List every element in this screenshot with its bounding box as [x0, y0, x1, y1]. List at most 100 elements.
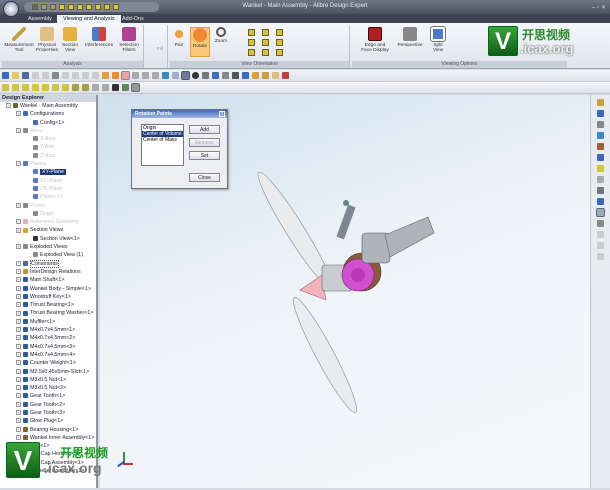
tree-node[interactable]: + Woodruff Key<1>	[0, 293, 96, 301]
tree-node[interactable]: + Wankel - Main Assembly	[0, 102, 96, 110]
tree-node[interactable]: + M3x0.5 Nut<1>	[0, 376, 96, 384]
display-icon[interactable]	[102, 84, 109, 91]
view-icon[interactable]	[113, 4, 119, 10]
view-iso-icon[interactable]	[248, 49, 255, 56]
tool-icon[interactable]	[597, 187, 604, 194]
tree-node[interactable]: + M4x0.7x4.5mm<1>	[0, 326, 96, 334]
tab-assembly[interactable]: Assembly	[22, 15, 58, 23]
zoom-fit-icon[interactable]	[152, 72, 159, 79]
view-left-icon[interactable]	[42, 84, 49, 91]
view-normal-icon[interactable]	[72, 84, 79, 91]
undo-icon[interactable]	[41, 4, 47, 10]
tree-node[interactable]: + Thrust Bearing<1>	[0, 301, 96, 309]
tree-node[interactable]: + Muffler<1>	[0, 318, 96, 326]
view-icon[interactable]	[104, 4, 110, 10]
shaded-icon[interactable]	[181, 71, 190, 80]
expand-toggle-icon[interactable]: +	[16, 277, 21, 283]
save-icon[interactable]	[22, 72, 29, 79]
tool-icon[interactable]	[597, 154, 604, 161]
open-icon[interactable]	[12, 72, 19, 79]
render-icon[interactable]	[112, 84, 119, 91]
tool-icon[interactable]	[597, 121, 604, 128]
save-icon[interactable]	[32, 4, 38, 10]
expand-toggle-icon[interactable]: +	[16, 418, 21, 424]
tree-node[interactable]: + M3x0.5 Nut<2>	[0, 384, 96, 392]
redo-icon[interactable]	[50, 4, 56, 10]
view-icon[interactable]	[77, 4, 83, 10]
tool-icon[interactable]	[597, 253, 604, 260]
view-front-icon[interactable]	[248, 29, 255, 36]
tab-add-ons[interactable]: Add-Ons	[116, 15, 150, 23]
tool-icon[interactable]	[597, 110, 604, 117]
zoom-button[interactable]: Zoom	[212, 27, 230, 44]
view-right-icon[interactable]	[276, 39, 283, 46]
interferences-button[interactable]: Interferences	[82, 27, 116, 48]
expand-toggle-icon[interactable]: +	[16, 269, 21, 275]
tool-icon[interactable]	[596, 208, 605, 217]
copy-icon[interactable]	[32, 72, 39, 79]
view-iso-icon[interactable]	[262, 49, 269, 56]
tree-node[interactable]: + Gear Tooth<2>	[0, 401, 96, 409]
selection-filters-button[interactable]: Selection Filters	[117, 27, 141, 53]
tool-icon[interactable]	[597, 231, 604, 238]
new-icon[interactable]	[2, 72, 9, 79]
rotate-button[interactable]: Rotate	[190, 27, 210, 57]
tree-node[interactable]: Exploded View (1)	[0, 251, 96, 259]
split-view-button[interactable]: Split View	[428, 26, 448, 53]
expand-toggle-icon[interactable]: +	[16, 219, 21, 225]
expand-toggle-icon[interactable]: +	[16, 293, 21, 299]
expand-toggle-icon[interactable]: +	[16, 202, 21, 208]
expand-toggle-icon[interactable]: +	[16, 227, 21, 233]
perspective-button[interactable]: Perspective	[396, 27, 424, 48]
tree-node[interactable]: + Constraints	[0, 259, 96, 268]
tree-node[interactable]: Z-Axis	[0, 152, 96, 160]
tool-icon[interactable]	[597, 176, 604, 183]
set-button[interactable]: Set	[189, 151, 220, 160]
tree-node[interactable]: + Planes	[0, 160, 96, 168]
tree-node[interactable]: Config<1>	[0, 119, 96, 127]
expand-toggle-icon[interactable]: +	[16, 127, 21, 133]
view-bottom-icon[interactable]	[248, 39, 255, 46]
expand-toggle-icon[interactable]: +	[16, 410, 21, 416]
add-button[interactable]: Add	[189, 125, 220, 134]
delete-icon[interactable]	[72, 72, 79, 79]
tree-node[interactable]: + M4x0.7x4.5mm<3>	[0, 343, 96, 351]
expand-toggle-icon[interactable]: +	[16, 327, 21, 333]
tree-node[interactable]: + M4x0.7x4.5mm<4>	[0, 351, 96, 359]
tree-node[interactable]: + Glow Plug<1>	[0, 417, 96, 425]
tree-node[interactable]: ZX-Plane	[0, 185, 96, 193]
rotate-icon[interactable]	[121, 71, 130, 80]
tree-node[interactable]: Origin	[0, 210, 96, 218]
tree-node[interactable]: + InterDesign Relations	[0, 268, 96, 276]
view-back-icon[interactable]	[12, 84, 19, 91]
display-icon[interactable]	[92, 84, 99, 91]
close-button[interactable]: Close	[189, 173, 220, 182]
view-left-icon[interactable]	[262, 39, 269, 46]
zoom-icon[interactable]	[132, 72, 139, 79]
view-normal-icon[interactable]	[82, 84, 89, 91]
measurement-tool-button[interactable]: Measurement Tool	[4, 27, 34, 53]
expand-toggle-icon[interactable]: +	[16, 310, 21, 316]
tree-node[interactable]: + Section Views	[0, 226, 96, 234]
view-iso-icon[interactable]	[276, 49, 283, 56]
tool-icon[interactable]	[597, 220, 604, 227]
tab-viewing-and-analysis[interactable]: Viewing and Analysis	[57, 15, 121, 23]
paste-icon[interactable]	[42, 72, 49, 79]
view-icon[interactable]	[86, 4, 92, 10]
select-icon[interactable]	[102, 72, 109, 79]
view-top-icon[interactable]	[276, 29, 283, 36]
view-back-icon[interactable]	[262, 29, 269, 36]
view-right-icon[interactable]	[52, 84, 59, 91]
tree-node[interactable]: + Exploded Views	[0, 243, 96, 251]
application-menu-button[interactable]	[3, 1, 19, 17]
expand-toggle-icon[interactable]: +	[16, 260, 21, 266]
view-icon[interactable]	[95, 4, 101, 10]
physical-properties-button[interactable]: Physical Properties	[35, 27, 59, 53]
view-front-icon[interactable]	[2, 84, 9, 91]
tree-node[interactable]: Section View<1>	[0, 235, 96, 243]
tool-icon[interactable]	[597, 165, 604, 172]
cut-icon[interactable]	[62, 72, 69, 79]
redo-icon[interactable]	[92, 72, 99, 79]
expand-toggle-icon[interactable]: +	[16, 368, 21, 374]
tree-node[interactable]: Plane<1>	[0, 193, 96, 201]
